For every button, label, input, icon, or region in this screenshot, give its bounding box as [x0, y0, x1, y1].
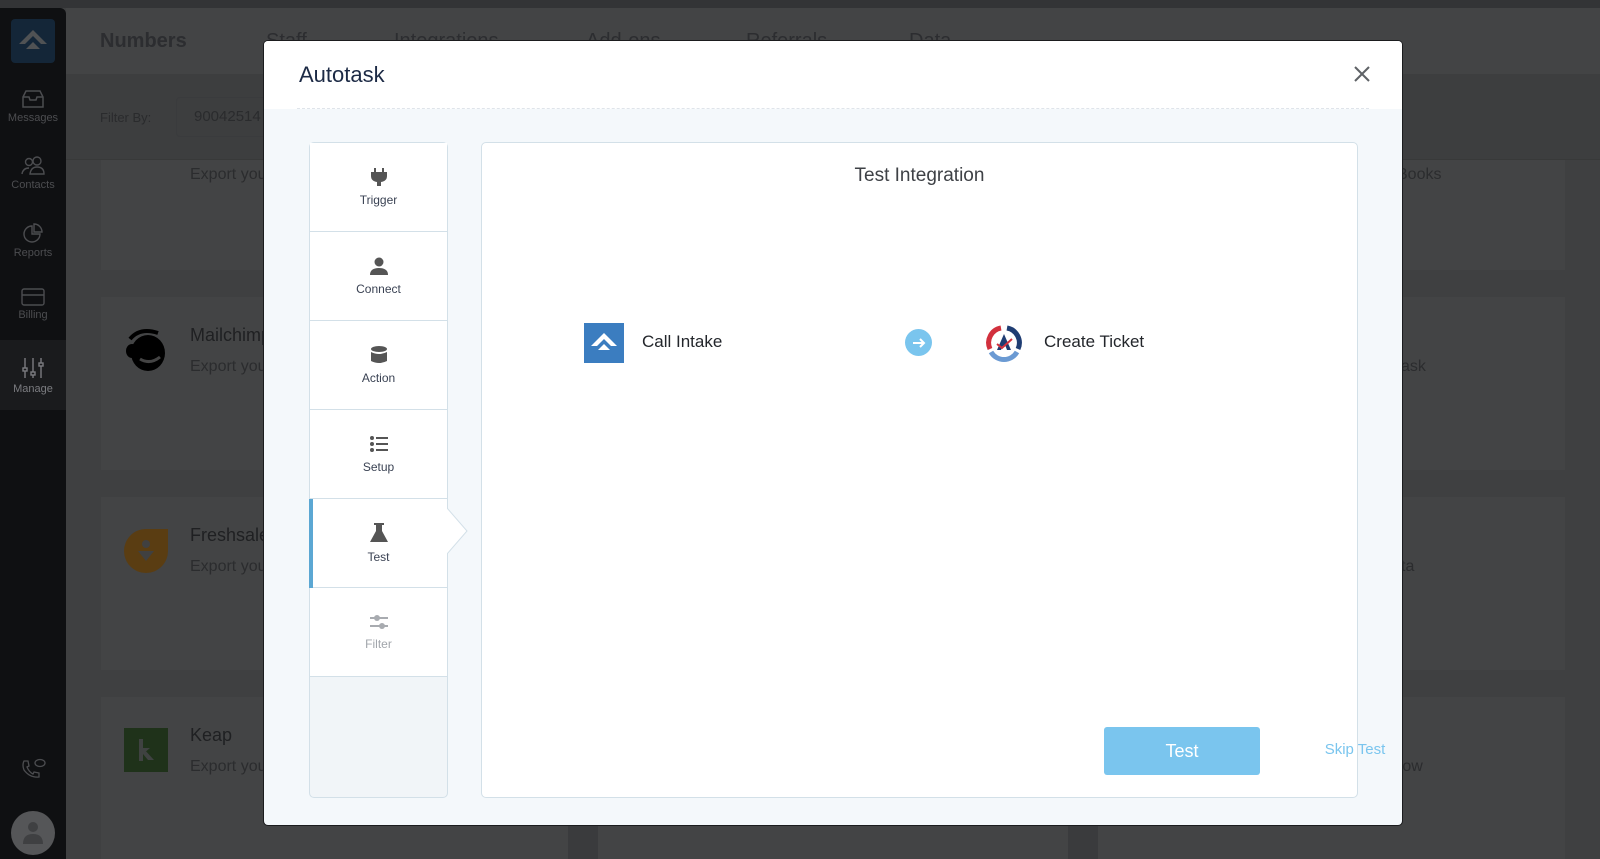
card-right-text: ta [1401, 558, 1415, 575]
sidebar-item-billing[interactable]: Billing [0, 272, 66, 336]
card-description: Export you [190, 358, 267, 375]
close-icon [1354, 66, 1370, 82]
sidebar-label: Contacts [11, 178, 55, 191]
card-title: Keap [190, 725, 233, 745]
sidebar-item-reports[interactable]: Reports [0, 208, 66, 272]
card-description: Export you [190, 558, 267, 575]
step-label: Action [361, 371, 396, 385]
sidebar-item-messages[interactable]: Messages [0, 74, 66, 138]
sidebar-label: Manage [13, 382, 53, 395]
card-right-text: Books [1397, 166, 1442, 183]
step-label: Setup [362, 460, 395, 474]
app-logo[interactable] [11, 19, 55, 63]
avatar-icon [23, 822, 43, 844]
step-label: Connect [356, 282, 401, 296]
credit-card-icon [21, 287, 45, 306]
database-icon [370, 346, 387, 363]
source-label: Call Intake [642, 332, 723, 351]
step-trigger[interactable]: Trigger [310, 143, 447, 232]
list-icon [369, 436, 388, 452]
sidebar-item-contacts[interactable]: Contacts [0, 141, 66, 205]
card-description: Export you [190, 758, 267, 775]
wizard-steps: Trigger Connect Action Setup Test Filter [309, 142, 448, 798]
card-description: Export you [190, 166, 267, 183]
arrow-right-icon [905, 329, 932, 356]
step-setup[interactable]: Setup [310, 410, 447, 499]
filter-sliders-icon [369, 615, 388, 629]
filter-label: Filter By: [100, 110, 152, 125]
step-test[interactable]: Test [309, 499, 447, 588]
step-label: Filter [365, 637, 392, 651]
modal-title: Autotask [299, 62, 385, 87]
step-action[interactable]: Action [310, 321, 447, 410]
active-step-pointer [447, 508, 468, 554]
sidebar-label: Messages [7, 111, 59, 124]
sidebar-label: Billing [18, 308, 48, 321]
destination-label: Create Ticket [1044, 332, 1145, 351]
sidebar-label: Reports [13, 246, 53, 259]
tab-numbers[interactable]: Numbers [100, 30, 187, 53]
card-title: Mailchimp [190, 325, 272, 345]
contacts-icon [21, 155, 45, 175]
close-button[interactable] [1350, 62, 1374, 86]
filter-value: 90042514 [194, 108, 261, 125]
freshsales-logo-icon [124, 529, 168, 573]
test-button[interactable]: Test [1104, 727, 1260, 775]
background-strip [568, 826, 598, 859]
header-divider [297, 108, 1369, 109]
autotask-logo-icon [986, 325, 1022, 363]
background-strip [1068, 826, 1098, 859]
sidebar-item-manage[interactable]: Manage [0, 340, 66, 410]
pie-chart-icon [23, 222, 43, 243]
test-integration-panel: Test Integration Call Intake Create Tick… [481, 142, 1385, 798]
step-connect[interactable]: Connect [310, 232, 447, 321]
card-right-text: ask [1401, 358, 1426, 375]
mailchimp-logo-icon [126, 329, 165, 371]
inbox-icon [22, 89, 44, 108]
modal-header: Autotask [264, 41, 1402, 109]
app-logo-icon [19, 30, 47, 49]
user-icon [369, 257, 388, 275]
user-avatar[interactable] [11, 811, 55, 855]
autotask-modal: Autotask Trigger Connect Action Setup Te… [264, 41, 1402, 825]
step-label: Test [367, 550, 390, 564]
plug-icon [370, 168, 387, 186]
call-intake-logo-icon [584, 323, 624, 363]
panel-title: Test Integration [854, 165, 985, 186]
keap-logo-icon [124, 728, 168, 772]
step-label: Trigger [359, 193, 398, 207]
flask-icon [369, 523, 388, 542]
window-top-strip [0, 0, 1600, 8]
phone-chat-icon[interactable] [20, 758, 46, 785]
skip-test-link[interactable]: Skip Test [1300, 741, 1402, 758]
step-filter[interactable]: Filter [310, 588, 447, 677]
sidebar: Messages Contacts Reports Billing Manage [0, 8, 66, 859]
sliders-icon [22, 357, 44, 378]
